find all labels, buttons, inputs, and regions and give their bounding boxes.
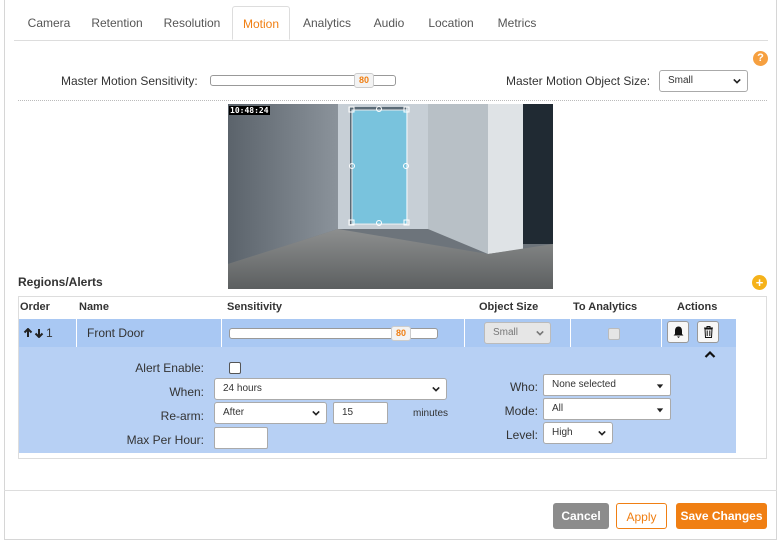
select-value: Small [668, 75, 694, 86]
apply-button[interactable]: Apply [616, 503, 667, 529]
select-value: High [552, 427, 573, 438]
minutes-label: minutes [413, 408, 449, 419]
tab-resolution[interactable]: Resolution [152, 6, 232, 40]
max-per-hour-input[interactable] [214, 427, 268, 449]
cell-divider [76, 319, 77, 347]
alert-enable-label: Alert Enable: [135, 361, 204, 375]
timestamp-overlay: 10:48:24 [229, 106, 270, 115]
select-value: None selected [552, 379, 616, 390]
tab-analytics[interactable]: Analytics [294, 6, 360, 40]
row-name: Front Door [87, 326, 145, 340]
column-to-analytics: To Analytics [573, 301, 638, 313]
max-per-hour-label: Max Per Hour: [126, 433, 204, 447]
who-select[interactable]: None selected [543, 374, 671, 396]
who-label: Who: [509, 380, 538, 394]
when-label: When: [169, 385, 204, 399]
chevron-down-icon [432, 386, 440, 392]
slider-handle[interactable]: 80 [354, 73, 374, 88]
cell-divider [221, 319, 222, 347]
arrow-up-icon[interactable] [23, 328, 33, 338]
master-sensitivity-slider[interactable]: 80 [210, 73, 396, 88]
caret-down-icon [656, 384, 664, 389]
tab-audio[interactable]: Audio [364, 6, 414, 40]
alert-button[interactable] [667, 321, 689, 343]
alert-enable-checkbox[interactable] [229, 362, 241, 374]
region-object-size-select[interactable]: Small [484, 322, 551, 344]
select-value: All [552, 403, 564, 414]
level-label: Level: [505, 428, 538, 442]
chevron-down-icon [312, 410, 320, 416]
slider-handle[interactable]: 80 [391, 326, 411, 341]
column-name: Name [79, 301, 109, 313]
tab-motion[interactable]: Motion [232, 6, 290, 40]
caret-down-icon [656, 408, 664, 413]
chevron-down-icon [598, 430, 606, 436]
divider [18, 100, 767, 101]
save-changes-button[interactable]: Save Changes [676, 503, 767, 529]
mode-label: Mode: [504, 404, 538, 418]
table-row[interactable]: 1 Front Door 80 Small [19, 319, 736, 347]
region-sensitivity-slider[interactable]: 80 [229, 326, 438, 341]
rearm-minutes-input[interactable]: 15 [333, 402, 388, 424]
arrow-down-icon[interactable] [34, 328, 44, 338]
cell-divider [464, 319, 465, 347]
trash-icon [704, 326, 713, 338]
cell-divider [570, 319, 571, 347]
rearm-label: Re-arm: [160, 409, 204, 423]
row-order: 1 [46, 326, 53, 340]
footer-divider [4, 490, 777, 491]
select-value: 24 hours [223, 383, 262, 394]
mode-select[interactable]: All [543, 398, 671, 420]
column-order: Order [20, 301, 50, 313]
add-region-icon[interactable]: + [752, 275, 767, 290]
regions-table: Order Name Sensitivity Object Size To An… [18, 296, 767, 459]
chevron-up-icon[interactable] [704, 350, 716, 359]
cancel-button[interactable]: Cancel [553, 503, 609, 529]
tab-location[interactable]: Location [418, 6, 484, 40]
help-icon[interactable]: ? [753, 51, 768, 66]
rearm-select[interactable]: After [214, 402, 327, 424]
master-sensitivity-label: Master Motion Sensitivity: [61, 74, 198, 88]
master-object-size-select[interactable]: Small [659, 70, 748, 92]
regions-title: Regions/Alerts [18, 275, 103, 289]
tab-metrics[interactable]: Metrics [488, 6, 546, 40]
camera-preview[interactable]: 10:48:24 [228, 104, 553, 289]
when-select[interactable]: 24 hours [214, 378, 447, 400]
chevron-down-icon [536, 330, 544, 336]
column-sensitivity: Sensitivity [227, 301, 283, 313]
tab-bar: Camera Retention Resolution Motion Analy… [14, 6, 768, 41]
delete-button[interactable] [697, 321, 719, 343]
alert-settings-panel: Alert Enable: When: 24 hours Re-arm: Aft… [19, 347, 736, 453]
cell-divider [661, 319, 662, 347]
select-value: After [223, 407, 245, 418]
camera-frame-image [228, 104, 553, 289]
column-actions: Actions [677, 301, 718, 313]
master-object-size-label: Master Motion Object Size: [506, 74, 651, 88]
to-analytics-checkbox[interactable] [608, 328, 620, 340]
select-value: Small [493, 327, 519, 338]
tab-retention[interactable]: Retention [84, 6, 150, 40]
bell-icon [673, 326, 684, 338]
chevron-down-icon [733, 78, 741, 84]
tab-camera[interactable]: Camera [14, 6, 84, 40]
level-select[interactable]: High [543, 422, 613, 444]
column-object-size: Object Size [479, 301, 539, 313]
